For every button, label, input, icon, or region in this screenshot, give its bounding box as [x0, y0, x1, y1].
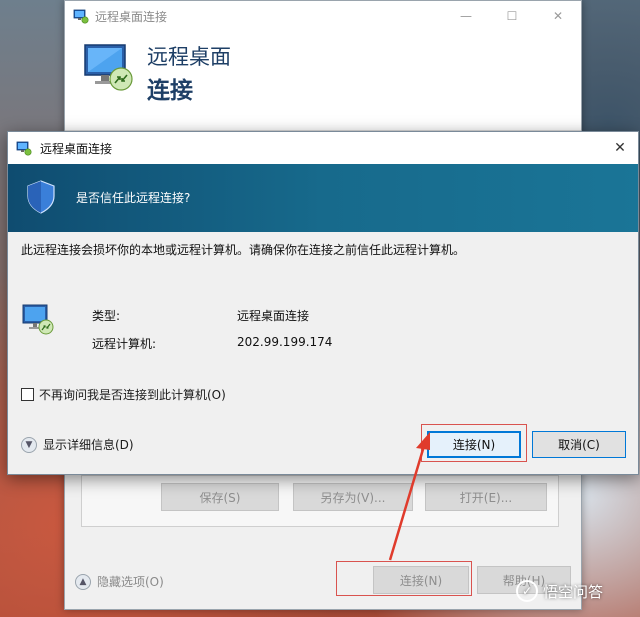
open-button[interactable]: 打开(E)... [425, 483, 547, 511]
hide-options-label: 隐藏选项(O) [97, 575, 164, 589]
dont-ask-again-label: 不再询问我是否连接到此计算机(O) [39, 388, 226, 402]
maximize-button[interactable]: ☐ [489, 1, 535, 31]
shield-icon [26, 180, 56, 214]
remote-computer-value: 202.99.199.174 [237, 335, 333, 349]
window-caption-buttons: — ☐ ✕ [443, 1, 581, 31]
dialog-titlebar: 远程桌面连接 ✕ [8, 132, 638, 164]
remote-desktop-icon [81, 39, 137, 95]
app-icon [16, 140, 32, 156]
watermark-logo-icon: ✓ [516, 580, 538, 602]
chevron-down-icon: ▼ [21, 436, 37, 453]
minimize-button[interactable]: — [443, 1, 489, 31]
cancel-button[interactable]: 取消(C) [532, 431, 626, 458]
watermark-text: 悟空问答 [543, 582, 604, 601]
remote-computer-label: 远程计算机: [92, 337, 157, 351]
chevron-up-icon: ▲ [75, 573, 91, 590]
annotation-arrow [388, 432, 430, 561]
dialog-title: 远程桌面连接 [40, 141, 113, 156]
type-label: 类型: [92, 309, 121, 323]
back-header: 远程桌面 连接 [65, 31, 581, 131]
show-details-toggle[interactable]: ▼ 显示详细信息(D) [21, 436, 134, 453]
header-title-line2: 连接 [147, 78, 193, 104]
show-details-label: 显示详细信息(D) [43, 438, 134, 452]
header-title-line1: 远程桌面 [147, 45, 231, 69]
back-titlebar: 远程桌面连接 — ☐ ✕ [65, 1, 581, 31]
watermark: ✓ 悟空问答 [516, 580, 603, 602]
type-value: 远程桌面连接 [237, 309, 310, 323]
close-button[interactable]: ✕ [535, 1, 581, 31]
app-icon [73, 8, 89, 24]
highlight-back-connect [336, 561, 472, 596]
trust-dialog: 远程桌面连接 ✕ 是否信任此远程连接? 此远程连接会损坏你的本地或远程计算机。请… [7, 131, 639, 475]
banner-question: 是否信任此远程连接? [76, 191, 191, 205]
remote-desktop-icon [21, 302, 55, 336]
dialog-banner: 是否信任此远程连接? [8, 164, 638, 232]
warning-text: 此远程连接会损坏你的本地或远程计算机。请确保你在连接之前信任此远程计算机。 [21, 243, 466, 257]
hide-options-toggle[interactable]: ▲ 隐藏选项(O) [75, 573, 164, 590]
back-window-title: 远程桌面连接 [95, 9, 168, 24]
close-icon[interactable]: ✕ [608, 136, 632, 160]
checkbox-box[interactable] [21, 388, 34, 401]
dont-ask-again-checkbox[interactable]: 不再询问我是否连接到此计算机(O) [21, 386, 226, 403]
save-button[interactable]: 保存(S) [161, 483, 279, 511]
